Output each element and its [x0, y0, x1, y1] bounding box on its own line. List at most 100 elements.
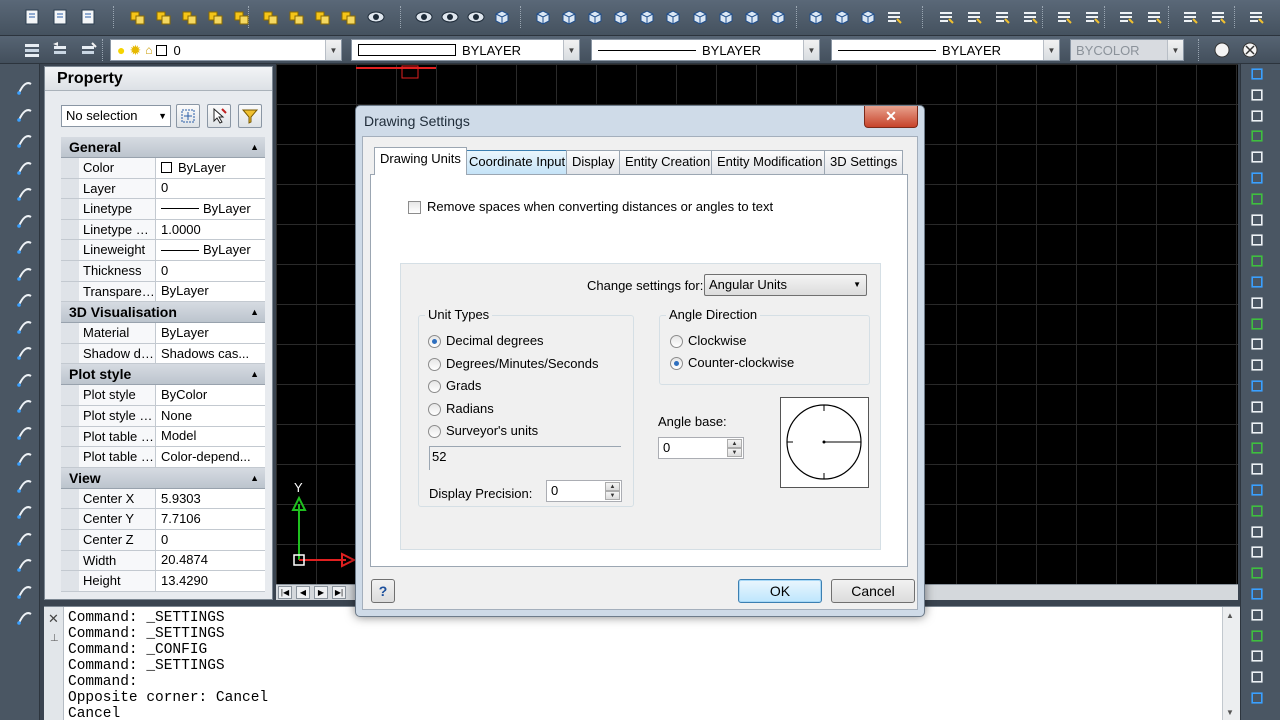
spellcheck-icon[interactable]: [338, 7, 358, 27]
scroll-down-icon[interactable]: ▼: [1226, 708, 1234, 717]
view-left-icon[interactable]: [559, 7, 579, 27]
section-header-general[interactable]: General ▲: [61, 137, 265, 158]
print-icon[interactable]: [78, 7, 98, 27]
property-value[interactable]: 1.0000: [156, 220, 265, 240]
property-row[interactable]: Center Z 0: [61, 529, 265, 551]
layer-tool-icon[interactable]: [1116, 7, 1136, 27]
spin-down-icon[interactable]: ▼: [605, 491, 620, 500]
open-icon[interactable]: [50, 7, 70, 27]
property-value[interactable]: ByColor: [156, 385, 265, 405]
property-value[interactable]: 0: [156, 530, 265, 550]
revcloud-icon[interactable]: [15, 529, 35, 549]
layer-tool-icon[interactable]: [1054, 7, 1074, 27]
spin-up-icon[interactable]: ▲: [727, 439, 742, 448]
edit-icon[interactable]: [1249, 669, 1265, 685]
rotate-icon[interactable]: [1249, 128, 1265, 144]
boundary-icon[interactable]: [15, 502, 35, 522]
property-row[interactable]: Plot style ByColor: [61, 385, 265, 406]
close-button[interactable]: ✕: [864, 106, 918, 128]
radio-button[interactable]: [428, 425, 441, 439]
collapse-icon[interactable]: ▲: [250, 137, 259, 158]
paste-icon[interactable]: [127, 7, 147, 27]
eye-icon[interactable]: [466, 7, 486, 27]
property-row[interactable]: Lineweight ByLayer: [61, 240, 265, 261]
linetype-combo[interactable]: BYLAYER ▼: [591, 39, 820, 61]
shade-icon[interactable]: [858, 7, 878, 27]
ellipse-arc-icon[interactable]: [15, 290, 35, 310]
layer-tool-icon[interactable]: [964, 7, 984, 27]
radio-button[interactable]: [670, 357, 683, 371]
view-right-icon[interactable]: [585, 7, 605, 27]
property-row[interactable]: Width 20.4874: [61, 550, 265, 572]
radio-button[interactable]: [428, 380, 441, 394]
chevron-down-icon[interactable]: ▼: [803, 40, 819, 60]
next-layout-button[interactable]: ▶: [314, 586, 328, 599]
ok-button[interactable]: OK: [738, 579, 822, 603]
layer-tool-icon[interactable]: [936, 7, 956, 27]
region-icon[interactable]: [15, 423, 35, 443]
display-precision-spinner[interactable]: 0 ▲ ▼: [546, 480, 622, 502]
property-row[interactable]: Plot style table None: [61, 405, 265, 427]
chevron-down-icon[interactable]: ▼: [563, 40, 579, 60]
edit-icon[interactable]: [1249, 607, 1265, 623]
line-icon[interactable]: [15, 78, 35, 98]
cancel-button[interactable]: Cancel: [831, 579, 915, 603]
stretch-icon[interactable]: [1249, 232, 1265, 248]
edit-icon[interactable]: [1249, 586, 1265, 602]
property-value[interactable]: Shadows cas...: [156, 344, 265, 364]
layer-tool-icon[interactable]: [1208, 7, 1228, 27]
property-value[interactable]: 20.4874: [156, 551, 265, 571]
hatch-icon[interactable]: [15, 396, 35, 416]
layer-tool-icon[interactable]: [992, 7, 1012, 27]
layer-state-icon[interactable]: [78, 40, 98, 60]
chamfer-icon[interactable]: [1249, 336, 1265, 352]
trim-icon[interactable]: [1249, 253, 1265, 269]
edit-icon[interactable]: [1249, 524, 1265, 540]
quick-select-button[interactable]: [176, 104, 200, 128]
property-row[interactable]: Plot table type Color-depend...: [61, 447, 265, 468]
undo-icon[interactable]: [15, 608, 35, 628]
view-front-icon[interactable]: [611, 7, 631, 27]
property-value[interactable]: ByLayer: [156, 158, 265, 178]
scroll-up-icon[interactable]: ▲: [1226, 611, 1234, 620]
select-objects-button[interactable]: [207, 104, 231, 128]
block-icon[interactable]: [260, 7, 280, 27]
offset-icon[interactable]: [1249, 191, 1265, 207]
radio-button[interactable]: [670, 335, 683, 349]
collapse-icon[interactable]: ▲: [250, 302, 259, 323]
layer-combo[interactable]: ● ✹ ⌂ 0 ▼: [110, 39, 342, 61]
shade-icon[interactable]: [806, 7, 826, 27]
tab-entity-modification[interactable]: Entity Modification: [711, 150, 829, 174]
change-settings-combo[interactable]: Angular Units ▼: [704, 274, 867, 296]
property-row[interactable]: Transparency ByLayer: [61, 281, 265, 303]
property-row[interactable]: Linetype ByLayer: [61, 199, 265, 220]
help-button[interactable]: ?: [371, 579, 395, 603]
property-value[interactable]: ByLayer: [156, 323, 265, 343]
property-value[interactable]: 7.7106: [156, 509, 265, 529]
circle-icon[interactable]: [15, 211, 35, 231]
unit-type-option[interactable]: Surveyor's units: [428, 423, 538, 439]
array-icon[interactable]: [1249, 212, 1265, 228]
no-entry-icon[interactable]: [1240, 40, 1260, 60]
toolbar-icon[interactable]: [1246, 7, 1266, 27]
layer-icon[interactable]: [286, 7, 306, 27]
tab-display[interactable]: Display: [566, 150, 621, 174]
unit-type-option[interactable]: Grads: [428, 378, 481, 394]
close-icon[interactable]: ✕: [48, 611, 59, 627]
property-value[interactable]: ByLayer: [156, 282, 265, 302]
spin-up-icon[interactable]: ▲: [605, 482, 620, 491]
spline-icon[interactable]: [15, 158, 35, 178]
property-row[interactable]: Layer 0: [61, 178, 265, 200]
shade-icon[interactable]: [832, 7, 852, 27]
property-row[interactable]: Center X 5.9303: [61, 488, 265, 510]
property-value[interactable]: None: [156, 406, 265, 426]
sketch-icon[interactable]: [15, 184, 35, 204]
section-header-3d-visualisation[interactable]: 3D Visualisation ▲: [61, 302, 265, 324]
unit-type-option[interactable]: Radians: [428, 401, 494, 416]
new-icon[interactable]: [22, 7, 42, 27]
tab-entity-creation[interactable]: Entity Creation: [619, 150, 717, 174]
spin-down-icon[interactable]: ▼: [727, 448, 742, 457]
layer-tool-icon[interactable]: [1144, 7, 1164, 27]
donut-icon[interactable]: [15, 449, 35, 469]
last-layout-button[interactable]: ▶|: [332, 586, 346, 599]
